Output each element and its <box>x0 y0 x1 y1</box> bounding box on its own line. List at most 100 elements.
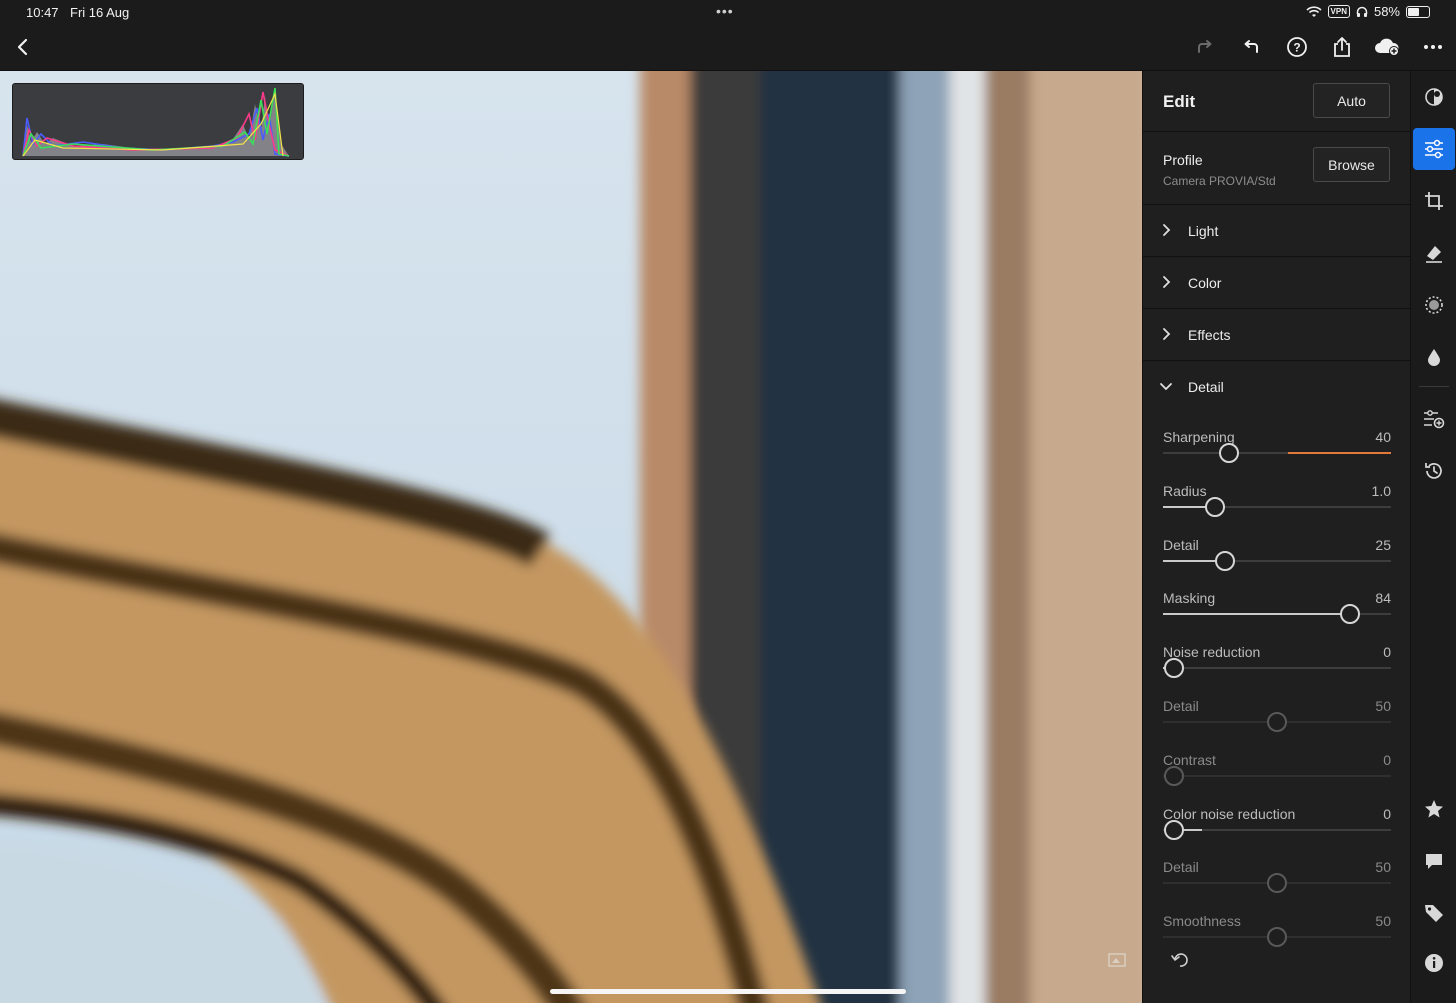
slider-label: Radius <box>1163 482 1207 499</box>
slider-adjust-indicator <box>1288 452 1391 454</box>
slider-radius[interactable]: Radius 1.0 <box>1163 483 1391 537</box>
slider-detail[interactable]: Detail 25 <box>1163 537 1391 591</box>
section-label: Effects <box>1188 327 1231 343</box>
section-label: Color <box>1188 275 1222 291</box>
slider-value: 0 <box>1383 805 1391 822</box>
more-icon[interactable] <box>1420 34 1446 60</box>
edit-panel: Edit Auto Profile Camera PROVIA/Std Brow… <box>1142 71 1410 1003</box>
vpn-badge: VPN <box>1327 5 1350 18</box>
slider-value: 40 <box>1375 429 1391 445</box>
profile-value: Camera PROVIA/Std <box>1163 174 1276 188</box>
home-indicator[interactable] <box>550 989 906 994</box>
slider-thumb[interactable] <box>1339 604 1360 625</box>
redo-icon[interactable] <box>1192 34 1218 60</box>
histogram[interactable] <box>12 83 304 160</box>
slider-value: 0 <box>1383 751 1391 768</box>
slider-thumb[interactable] <box>1164 765 1185 786</box>
profile-label: Profile <box>1163 152 1203 168</box>
section-light[interactable]: Light <box>1143 205 1410 257</box>
slider-value: 50 <box>1375 859 1391 876</box>
edit-panel-header: Edit Auto <box>1143 71 1410 132</box>
presets-icon[interactable] <box>1422 85 1446 109</box>
profile-row[interactable]: Profile Camera PROVIA/Std Browse <box>1143 132 1410 205</box>
slider-track[interactable] <box>1163 774 1391 777</box>
slider-thumb[interactable] <box>1267 927 1287 948</box>
chevron-down-icon <box>1160 383 1172 391</box>
section-detail[interactable]: Detail <box>1143 361 1410 413</box>
slider-value: 0 <box>1383 644 1391 661</box>
battery-icon <box>1406 5 1430 18</box>
slider-detail[interactable]: Detail 50 <box>1163 698 1391 752</box>
auto-button[interactable]: Auto <box>1313 83 1390 118</box>
status-bar: 10:47 Fri 16 Aug ••• VPN 58% <box>0 0 1456 24</box>
panel-title: Edit <box>1163 92 1196 111</box>
slider-value: 25 <box>1375 536 1391 553</box>
slider-contrast[interactable]: Contrast 0 <box>1163 752 1391 806</box>
slider-label: Sharpening <box>1163 429 1235 445</box>
slider-thumb[interactable] <box>1164 658 1185 679</box>
undo-icon[interactable] <box>1238 34 1264 60</box>
wifi-icon <box>1305 5 1322 17</box>
healing-icon[interactable] <box>1422 241 1446 265</box>
slider-thumb[interactable] <box>1164 819 1185 840</box>
slider-label: Detail <box>1163 859 1199 876</box>
slider-label: Smoothness <box>1163 913 1241 930</box>
slider-thumb[interactable] <box>1219 443 1240 463</box>
history-icon[interactable] <box>1422 459 1446 483</box>
status-indicators: VPN 58% <box>1305 4 1430 19</box>
chevron-right-icon <box>1163 328 1171 340</box>
slider-detail[interactable]: Detail 50 <box>1163 859 1391 913</box>
slider-thumb[interactable] <box>1214 550 1235 571</box>
cloud-add-icon[interactable] <box>1374 34 1400 60</box>
slider-thumb[interactable] <box>1267 873 1287 894</box>
share-icon[interactable] <box>1329 34 1355 60</box>
info-icon[interactable] <box>1422 951 1446 975</box>
slider-value: 1.0 <box>1371 482 1391 499</box>
slider-label: Color noise reduction <box>1163 805 1296 822</box>
slider-sharpening[interactable]: Sharpening 40 <box>1163 429 1391 483</box>
comment-icon[interactable] <box>1422 849 1446 873</box>
blur-icon[interactable] <box>1422 345 1446 369</box>
slider-value: 50 <box>1375 698 1391 714</box>
crop-icon[interactable] <box>1422 189 1446 213</box>
slider-thumb[interactable] <box>1267 712 1287 732</box>
edit-sliders-icon[interactable] <box>1422 137 1446 161</box>
versions-icon[interactable] <box>1422 407 1446 431</box>
slider-masking[interactable]: Masking 84 <box>1163 590 1391 644</box>
slider-value: 50 <box>1375 913 1391 930</box>
section-label: Detail <box>1188 379 1224 395</box>
status-time: 10:47 <box>26 5 59 20</box>
browse-button[interactable]: Browse <box>1313 147 1390 182</box>
help-icon[interactable]: ? <box>1284 34 1310 60</box>
slider-color-noise-reduction[interactable]: Color noise reduction 0 <box>1163 806 1391 860</box>
section-color[interactable]: Color <box>1143 257 1410 309</box>
top-toolbar: ? <box>0 24 1456 71</box>
slider-value: 84 <box>1375 590 1391 607</box>
slider-label: Masking <box>1163 590 1216 607</box>
masking-icon[interactable] <box>1422 293 1446 317</box>
slider-label: Detail <box>1163 698 1199 714</box>
photo-canvas[interactable] <box>0 71 1142 1003</box>
right-tool-rail <box>1410 71 1456 1003</box>
tag-icon[interactable] <box>1422 901 1446 925</box>
section-label: Light <box>1188 223 1219 239</box>
slider-noise-reduction[interactable]: Noise reduction 0 <box>1163 644 1391 698</box>
svg-text:?: ? <box>1293 41 1300 55</box>
slider-fill <box>1163 613 1350 616</box>
slider-track[interactable] <box>1163 667 1391 670</box>
reset-icon[interactable] <box>1171 951 1189 969</box>
headphones-icon <box>1356 6 1368 17</box>
multitasking-dots[interactable]: ••• <box>716 3 734 19</box>
slider-thumb[interactable] <box>1205 496 1226 517</box>
chevron-right-icon <box>1163 224 1171 236</box>
battery-percent: 58% <box>1373 4 1400 19</box>
chevron-right-icon <box>1163 276 1171 288</box>
rail-divider <box>1419 386 1449 387</box>
star-icon[interactable] <box>1422 797 1446 821</box>
slider-smoothness[interactable]: Smoothness 50 <box>1163 913 1391 967</box>
before-after-icon[interactable] <box>1108 951 1126 969</box>
section-effects[interactable]: Effects <box>1143 309 1410 361</box>
status-date: Fri 16 Aug <box>70 5 130 20</box>
back-icon[interactable] <box>10 34 36 60</box>
slider-label: Detail <box>1163 536 1199 553</box>
